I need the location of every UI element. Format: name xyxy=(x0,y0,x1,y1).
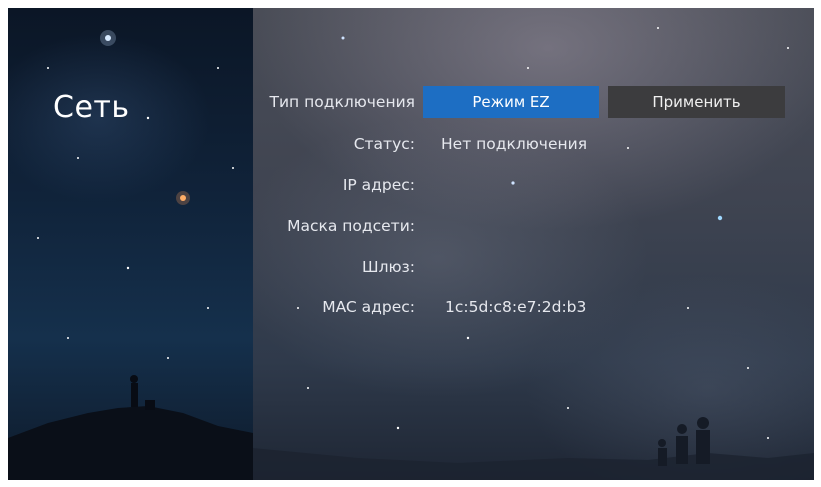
mac-address-value: 1c:5d:c8:e7:2d:b3 xyxy=(445,298,587,316)
connection-mode-button[interactable]: Режим EZ xyxy=(423,86,599,118)
mac-address-label: MAC адрес: xyxy=(322,298,415,316)
gateway-label: Шлюз: xyxy=(362,258,415,276)
apply-button[interactable]: Применить xyxy=(608,86,785,118)
page-title: Сеть xyxy=(53,90,130,125)
subnet-mask-label: Маска подсети: xyxy=(287,217,415,235)
connection-type-label: Тип подключения xyxy=(269,93,415,111)
ip-address-label: IP адрес: xyxy=(342,176,415,194)
network-settings-screen: Сеть Тип подключения Режим EZ Применить … xyxy=(8,8,814,480)
status-label: Статус: xyxy=(353,135,415,153)
status-value: Нет подключения xyxy=(441,135,588,153)
landscape-silhouette xyxy=(8,375,814,480)
